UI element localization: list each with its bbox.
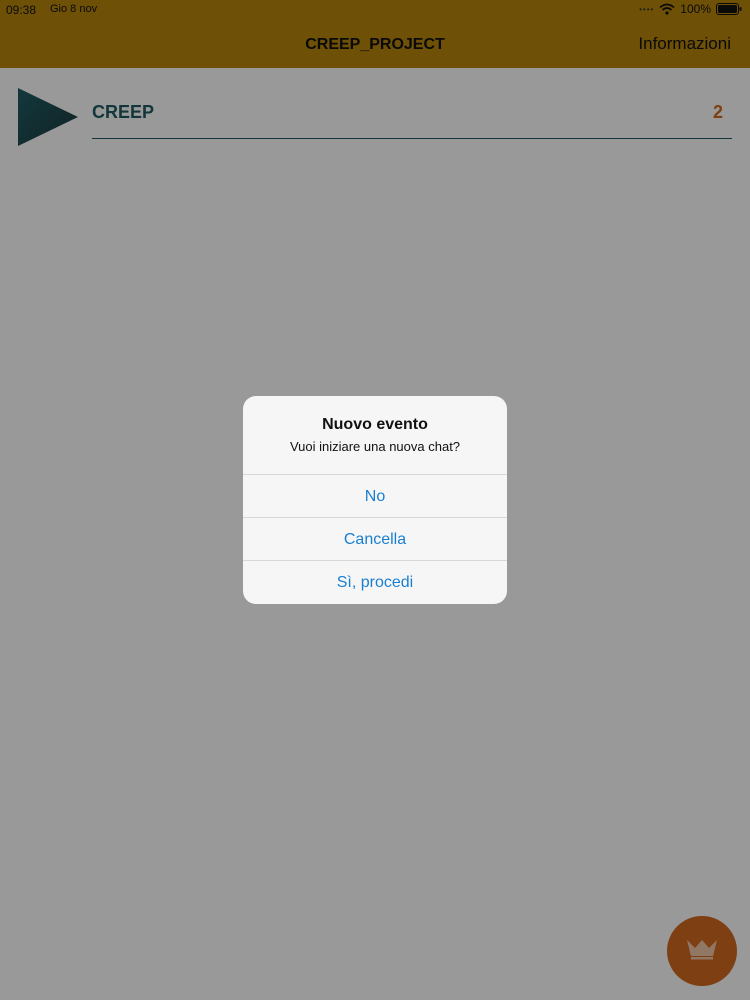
- alert-dialog: Nuovo evento Vuoi iniziare una nuova cha…: [243, 396, 507, 604]
- alert-message: Vuoi iniziare una nuova chat?: [289, 439, 461, 454]
- app-screen: 09:38 Gio 8 nov •••• 100% CREEP_PROJECT …: [0, 0, 750, 1000]
- proceed-button[interactable]: Sì, procedi: [243, 560, 507, 604]
- no-button[interactable]: No: [243, 474, 507, 518]
- cancel-button[interactable]: Cancella: [243, 517, 507, 561]
- alert-title: Nuovo evento: [322, 416, 428, 433]
